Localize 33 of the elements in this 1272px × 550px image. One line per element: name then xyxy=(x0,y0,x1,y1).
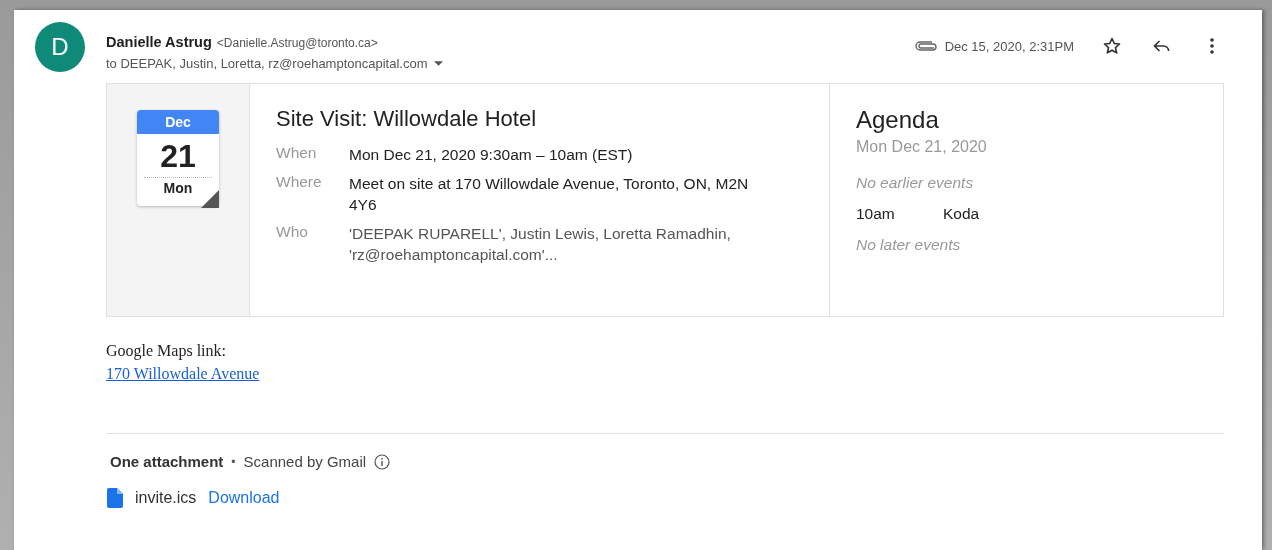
agenda-note: No earlier events xyxy=(856,174,975,192)
detail-value: Mon Dec 21, 2020 9:30am – 10am (EST) xyxy=(349,145,634,165)
agenda-note: No later events xyxy=(856,236,962,254)
detail-label: When xyxy=(276,144,318,163)
file-name: invite.ics xyxy=(135,489,197,507)
event-title: Site Visit: Willowdale Hotel xyxy=(276,106,538,132)
info-icon[interactable] xyxy=(374,453,391,470)
calendar-weekday: Mon xyxy=(163,180,193,196)
detail-label: Who xyxy=(276,223,309,242)
avatar: D xyxy=(35,22,85,72)
event-time: 10am xyxy=(856,205,896,223)
recipients: to DEEPAK, Justin, Loretta, rz@roehamptoncapital.com xyxy=(106,56,428,71)
maps-link[interactable]: 170 Willowdale Avenue xyxy=(106,365,260,383)
agenda-title: Agenda xyxy=(856,106,940,134)
agenda-date: Mon Dec 21, 2020 xyxy=(856,138,988,156)
calendar-day: 21 xyxy=(160,138,196,175)
body-text: Google Maps link: xyxy=(106,342,226,360)
separator-dot: • xyxy=(231,454,236,469)
email-date: Dec 15, 2020, 2:31PM xyxy=(944,38,1074,54)
file-icon xyxy=(107,488,123,508)
page-fold-icon xyxy=(201,190,219,208)
detail-label: Where xyxy=(276,173,323,192)
agenda-event: Koda xyxy=(943,205,980,223)
sender-name: Danielle Astrug xyxy=(106,34,212,50)
paperclip-icon xyxy=(914,41,937,51)
calendar-month: Dec xyxy=(137,110,219,134)
detail-value: 'DEEPAK RUPARELL', Justin Lewis, Loretta Ramadhin, 'rz@roehamptoncapital.com'... xyxy=(349,224,732,265)
scanned-label: Scanned by Gmail xyxy=(243,453,367,470)
sender-email: <Danielle.Astrug@toronto.ca> xyxy=(216,36,378,50)
download-link[interactable]: Download xyxy=(208,489,280,507)
dropdown-caret-icon[interactable] xyxy=(433,61,443,66)
attachment-heading: One attachment xyxy=(110,453,224,470)
detail-value: Meet on site at 170 Willowdale Avenue, Toronto, ON, M2N 4Y6 xyxy=(349,174,750,215)
